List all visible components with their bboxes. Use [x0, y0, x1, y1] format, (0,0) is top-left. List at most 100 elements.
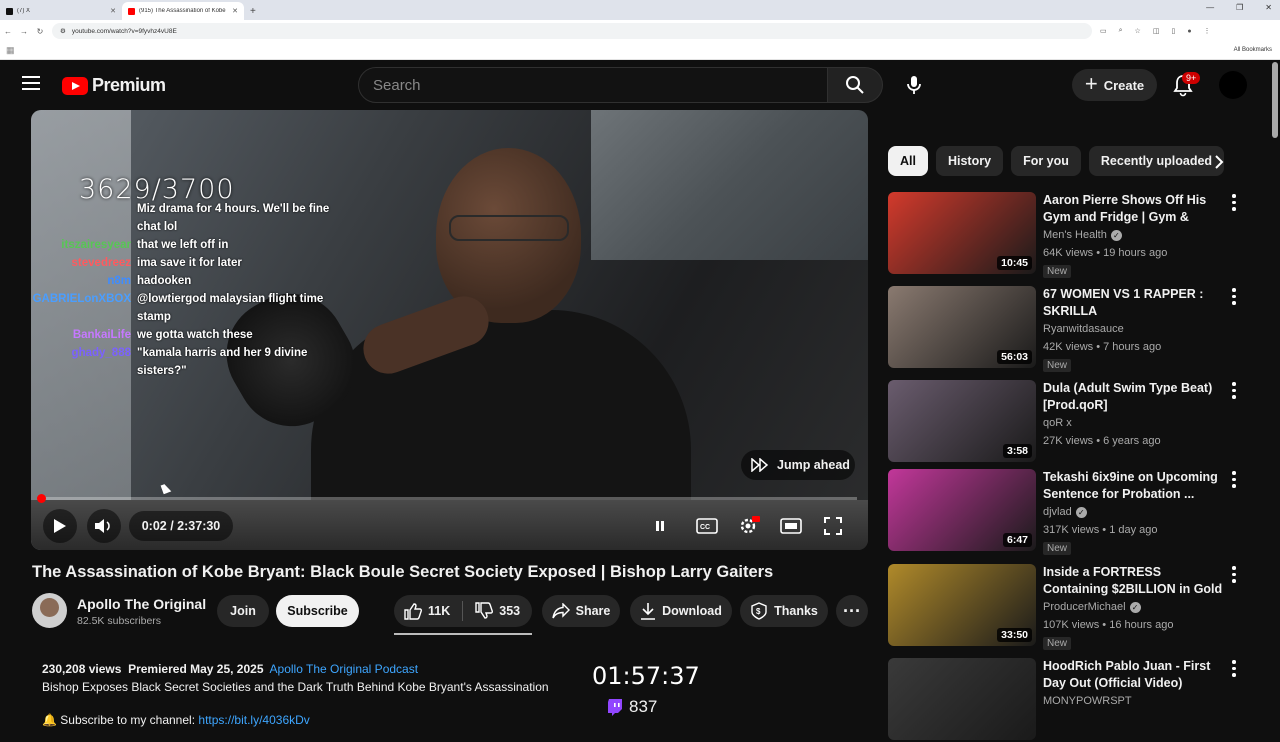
description-box[interactable]: 230,208 views Premiered May 25, 2025 Apo… — [32, 652, 868, 722]
subscribe-button[interactable]: Subscribe — [276, 595, 359, 627]
forward-icon[interactable]: → — [16, 27, 32, 36]
new-tab-button[interactable]: + — [244, 2, 262, 20]
more-vertical-icon[interactable] — [1232, 471, 1236, 491]
recommendation-channel[interactable]: ProducerMichael✓ — [1043, 601, 1141, 613]
close-tab-icon[interactable]: ✕ — [232, 7, 238, 15]
notification-badge: 9+ — [1182, 72, 1200, 84]
cast-icon[interactable]: ▭ — [1100, 27, 1107, 35]
search-input[interactable]: Search — [358, 67, 828, 103]
recommendation-title[interactable]: Inside a FORTRESS Containing $2BILLION i… — [1043, 564, 1223, 598]
more-vertical-icon[interactable] — [1232, 288, 1236, 308]
captions-button[interactable]: CC — [695, 514, 719, 538]
recommendation-title[interactable]: Dula (Adult Swim Type Beat) [Prod.qoR] — [1043, 380, 1223, 414]
apps-grid-icon[interactable]: ▦ — [6, 45, 15, 56]
recommendation-channel[interactable]: Men's Health✓ — [1043, 229, 1122, 241]
video-thumbnail[interactable]: 6:47 — [888, 469, 1036, 551]
account-avatar[interactable] — [1219, 71, 1247, 99]
more-vertical-icon[interactable] — [1232, 382, 1236, 402]
more-actions-button[interactable]: ··· — [836, 595, 868, 627]
all-bookmarks-link[interactable]: All Bookmarks — [1234, 47, 1272, 53]
back-icon[interactable]: ← — [0, 27, 16, 36]
recommendation-channel[interactable]: Ryanwitdasauce — [1043, 323, 1124, 335]
page-scrollbar[interactable] — [1272, 62, 1278, 138]
close-tab-icon[interactable]: ✕ — [110, 7, 116, 15]
recommendation-item[interactable]: 6:47Tekashi 6ix9ine on Upcoming Sentence… — [888, 469, 1248, 553]
create-button[interactable]: + Create — [1072, 69, 1157, 101]
recommendation-channel[interactable]: djvlad✓ — [1043, 506, 1087, 518]
recommendation-meta: 64K views • 19 hours ago — [1043, 247, 1167, 259]
recommendation-title[interactable]: HoodRich Pablo Juan - First Day Out (Off… — [1043, 658, 1223, 692]
video-player[interactable]: 3629/3700 Miz drama for 4 hours. We'll b… — [31, 110, 868, 550]
recommendation-meta: 42K views • 7 hours ago — [1043, 341, 1161, 353]
minimize-icon[interactable]: — — [1206, 3, 1214, 12]
search-button[interactable] — [827, 67, 883, 103]
progress-bar[interactable] — [43, 497, 857, 500]
youtube-premium-logo[interactable]: Premium — [62, 75, 166, 96]
fullscreen-button[interactable] — [821, 514, 845, 538]
browser-tab-youtube[interactable]: (915) The Assassination of Kobe ✕ — [122, 2, 244, 20]
chevron-right-icon — [1214, 155, 1224, 169]
svg-text:$: $ — [756, 607, 761, 616]
profile-icon[interactable]: ● — [1187, 28, 1191, 35]
scrubber-handle[interactable] — [37, 494, 46, 503]
extensions-icon[interactable]: ◫ — [1153, 27, 1160, 35]
pause-button[interactable] — [648, 514, 672, 538]
captions-icon: CC — [696, 518, 718, 534]
channel-avatar[interactable] — [32, 593, 67, 628]
recommendation-channel[interactable]: MONYPOWRSPT — [1043, 695, 1132, 707]
thanks-button[interactable]: $ Thanks — [740, 595, 828, 627]
recommendation-title[interactable]: Tekashi 6ix9ine on Upcoming Sentence for… — [1043, 469, 1223, 503]
site-info-icon[interactable]: ⚙ — [60, 27, 66, 35]
chip-all[interactable]: All — [888, 146, 928, 176]
video-thumbnail[interactable]: 56:03 — [888, 286, 1036, 368]
voice-search-button[interactable] — [896, 67, 932, 103]
sidepanel-icon[interactable]: ▯ — [1171, 27, 1175, 35]
join-button[interactable]: Join — [217, 595, 269, 627]
recommendation-item[interactable]: 33:50Inside a FORTRESS Containing $2BILL… — [888, 564, 1248, 648]
recommendation-title[interactable]: Aaron Pierre Shows Off His Gym and Fridg… — [1043, 192, 1223, 226]
url-field[interactable]: ⚙ youtube.com/watch?v=9fyvhz4vU8E — [52, 23, 1092, 39]
dislike-button[interactable]: 353 — [475, 602, 520, 620]
close-window-icon[interactable]: ✕ — [1265, 3, 1272, 12]
hamburger-menu-icon[interactable] — [22, 76, 40, 94]
more-vertical-icon[interactable] — [1232, 660, 1236, 680]
like-button[interactable]: 11K — [404, 602, 450, 620]
download-button[interactable]: Download — [630, 595, 732, 627]
recommendation-item[interactable]: HoodRich Pablo Juan - First Day Out (Off… — [888, 658, 1248, 742]
volume-button[interactable] — [87, 509, 121, 543]
thanks-label: Thanks — [774, 604, 818, 618]
bookmark-star-icon[interactable]: ☆ — [1135, 27, 1141, 35]
reload-icon[interactable]: ↻ — [32, 27, 48, 36]
video-thumbnail[interactable]: 3:58 — [888, 380, 1036, 462]
channel-name[interactable]: Apollo The Original — [77, 596, 206, 612]
zoom-icon[interactable]: ⌕ — [1119, 27, 1123, 35]
play-button[interactable] — [43, 509, 77, 543]
chip-for-you[interactable]: For you — [1011, 146, 1081, 176]
menu-icon[interactable]: ⋮ — [1204, 27, 1211, 35]
description-subscribe-link[interactable]: https://bit.ly/4036kDv — [198, 713, 309, 727]
recommendation-title[interactable]: 67 WOMEN VS 1 RAPPER : SKRILLA — [1043, 286, 1223, 320]
video-thumbnail[interactable]: 33:50 — [888, 564, 1036, 646]
jump-ahead-button[interactable]: Jump ahead — [741, 450, 855, 480]
browser-tab-x[interactable]: (7) X ✕ — [0, 2, 122, 20]
chat-message: that we left off in — [137, 236, 337, 254]
twitch-icon — [607, 698, 623, 716]
more-vertical-icon[interactable] — [1232, 566, 1236, 586]
podcast-link[interactable]: Apollo The Original Podcast — [270, 662, 419, 676]
recommendation-channel[interactable]: qoR x — [1043, 417, 1072, 429]
chip-recently-uploaded[interactable]: Recently uploaded — [1089, 146, 1224, 176]
more-vertical-icon[interactable] — [1232, 194, 1236, 214]
maximize-icon[interactable]: ❐ — [1236, 3, 1243, 12]
recommendation-item[interactable]: 10:45Aaron Pierre Shows Off His Gym and … — [888, 192, 1248, 276]
jump-ahead-label: Jump ahead — [777, 458, 850, 472]
share-button[interactable]: Share — [542, 595, 620, 627]
recommendation-item[interactable]: 3:58Dula (Adult Swim Type Beat) [Prod.qo… — [888, 380, 1248, 464]
theater-mode-button[interactable] — [779, 514, 803, 538]
video-thumbnail[interactable] — [888, 658, 1036, 740]
chip-history[interactable]: History — [936, 146, 1003, 176]
recommendation-item[interactable]: 56:0367 WOMEN VS 1 RAPPER : SKRILLA Ryanw… — [888, 286, 1248, 370]
chips-next-button[interactable] — [1206, 149, 1232, 175]
twitch-viewer-count: 837 — [607, 697, 657, 717]
settings-button[interactable] — [737, 514, 761, 538]
video-thumbnail[interactable]: 10:45 — [888, 192, 1036, 274]
